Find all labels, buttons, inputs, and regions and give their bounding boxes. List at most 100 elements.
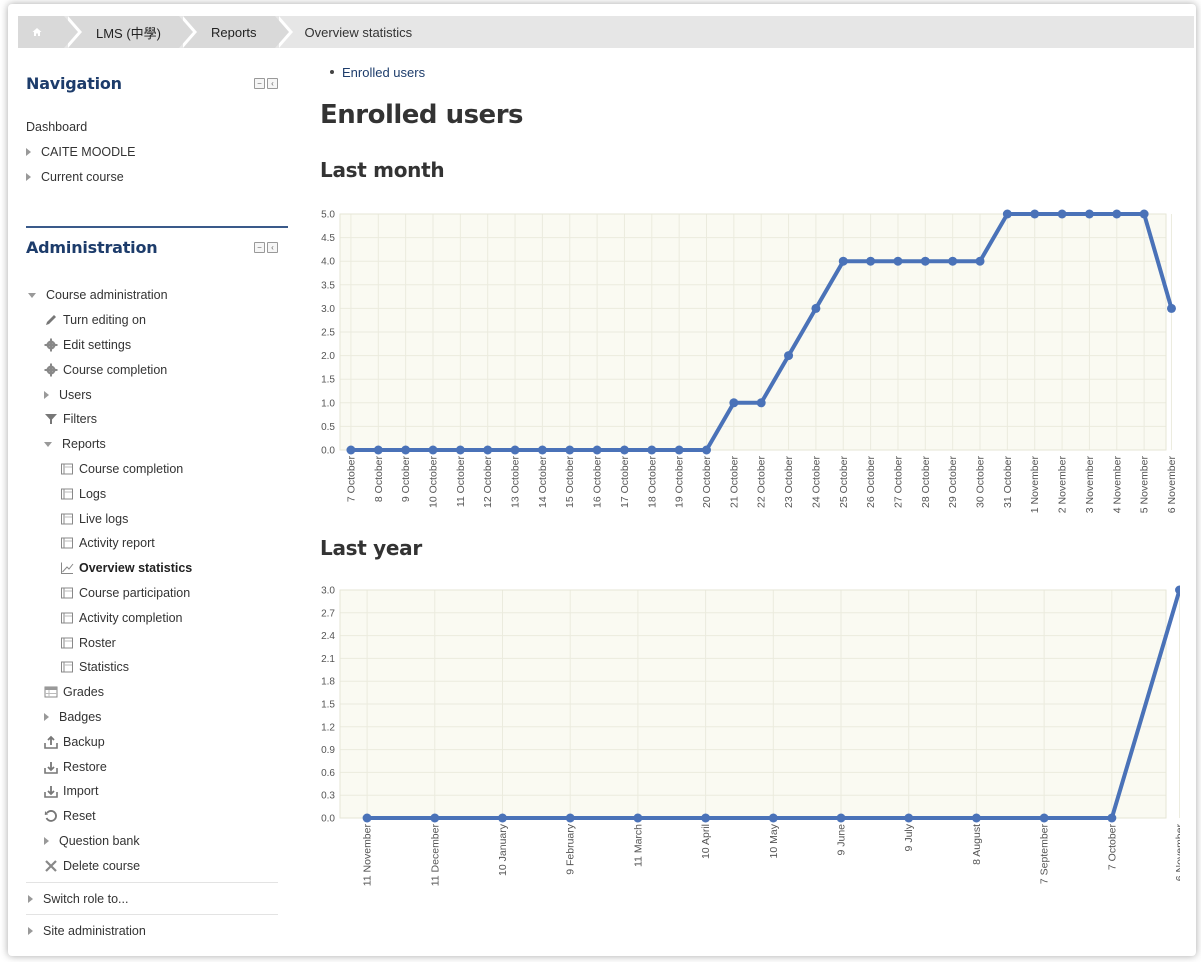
- nav-item-activity-report[interactable]: Activity report: [26, 531, 288, 556]
- navigation-list: Dashboard CAITE MOODLE Current course: [26, 115, 288, 189]
- navigation-header: Navigation − ‹: [26, 60, 288, 93]
- nav-item-backup[interactable]: Backup: [26, 729, 288, 754]
- breadcrumb-home[interactable]: [18, 16, 82, 48]
- nav-item-grades[interactable]: Grades: [26, 680, 288, 705]
- nav-item-course-completion[interactable]: Course completion: [26, 457, 288, 482]
- x-tick-label: 6 November: [1166, 456, 1178, 514]
- nav-item-course-participation[interactable]: Course participation: [26, 581, 288, 606]
- breadcrumb-item-label: Reports: [211, 24, 257, 40]
- report-icon: [60, 636, 74, 650]
- y-tick-label: 2.7: [321, 608, 335, 619]
- chevron-right-icon[interactable]: [44, 390, 49, 399]
- enrolled-users-link-label: Enrolled users: [342, 64, 426, 80]
- x-tick-label: 21 October: [728, 456, 740, 508]
- data-point: [565, 445, 575, 455]
- y-tick-label: 0.3: [321, 791, 335, 802]
- data-point: [619, 445, 629, 455]
- nav-item-label: Delete course: [63, 858, 141, 873]
- chevron-right-icon[interactable]: [26, 148, 31, 157]
- report-icon: [60, 512, 74, 526]
- x-tick-label: 11 March: [632, 824, 644, 867]
- data-point: [836, 813, 846, 823]
- report-icon: [60, 462, 74, 476]
- collapse-icon[interactable]: −: [254, 78, 265, 89]
- x-tick-label: 13 October: [510, 456, 522, 508]
- bullet-icon: [330, 70, 334, 74]
- nav-item-turn-editing-on[interactable]: Turn editing on: [26, 308, 288, 333]
- nav-item-restore[interactable]: Restore: [26, 754, 288, 779]
- chevron-right-icon[interactable]: [44, 836, 49, 845]
- nav-item-delete-course[interactable]: Delete course: [26, 853, 288, 878]
- data-point: [866, 256, 876, 266]
- nav-item-site-administration[interactable]: Site administration: [26, 915, 288, 946]
- data-point: [811, 303, 821, 313]
- chevron-down-icon[interactable]: [44, 441, 52, 447]
- data-point: [565, 813, 575, 823]
- nav-item-switch-role-to[interactable]: Switch role to...: [26, 883, 288, 914]
- data-point: [893, 256, 903, 266]
- nav-item-edit-settings[interactable]: Edit settings: [26, 333, 288, 358]
- chevron-right-icon[interactable]: [28, 926, 33, 935]
- nav-item-import[interactable]: Import: [26, 779, 288, 804]
- y-tick-label: 1.2: [321, 722, 335, 733]
- nav-item-users[interactable]: Users: [26, 382, 288, 407]
- nav-item-overview-statistics[interactable]: Overview statistics: [26, 556, 288, 581]
- nav-item-label: CAITE MOODLE: [41, 145, 136, 160]
- nav-item-caite-moodle[interactable]: CAITE MOODLE: [26, 140, 288, 165]
- data-point: [1030, 209, 1040, 219]
- nav-item-logs[interactable]: Logs: [26, 481, 288, 506]
- data-point: [1166, 303, 1176, 313]
- x-tick-label: 12 October: [482, 456, 494, 508]
- nav-item-reports[interactable]: Reports: [26, 432, 288, 457]
- nav-item-course-administration[interactable]: Course administration: [26, 283, 288, 308]
- nav-item-course-completion[interactable]: Course completion: [26, 357, 288, 382]
- chevron-down-icon[interactable]: [28, 292, 36, 298]
- nav-item-current-course[interactable]: Current course: [26, 165, 288, 190]
- collapse-icon[interactable]: −: [254, 242, 265, 253]
- data-point: [373, 445, 383, 455]
- data-point: [1107, 813, 1117, 823]
- x-tick-label: 24 October: [810, 456, 822, 508]
- data-point: [904, 813, 914, 823]
- nav-item-label: Grades: [63, 685, 104, 700]
- chart-title-last-year: Last year: [320, 536, 422, 560]
- x-tick-label: 7 October: [345, 455, 357, 502]
- y-tick-label: 2.5: [321, 328, 335, 339]
- breadcrumb-item-label: LMS (中學): [96, 25, 162, 41]
- nav-item-roster[interactable]: Roster: [26, 630, 288, 655]
- breadcrumb-item-lms[interactable]: LMS (中學): [68, 16, 198, 48]
- x-tick-label: 22 October: [756, 456, 768, 508]
- stats-icon: [60, 561, 74, 575]
- nav-item-dashboard[interactable]: Dashboard: [26, 115, 288, 140]
- chevron-right-icon[interactable]: [44, 712, 49, 721]
- dock-icon[interactable]: ‹: [267, 78, 278, 89]
- chevron-right-icon[interactable]: [26, 172, 31, 181]
- chart-last-month: 0.0 0.5 1.0 1.5 2.0 2.5 3.0 3.5 4.0 4.5 5.0 7 Octob…: [321, 209, 1178, 514]
- x-tick-label: 1 November: [1029, 456, 1041, 514]
- dock-icon[interactable]: ‹: [267, 242, 278, 253]
- y-tick-label: 3.0: [321, 304, 335, 315]
- nav-item-statistics[interactable]: Statistics: [26, 655, 288, 680]
- y-tick-label: 3.5: [321, 280, 335, 291]
- nav-item-filters[interactable]: Filters: [26, 407, 288, 432]
- nav-item-label: Dashboard: [26, 120, 88, 135]
- x-tick-label: 8 October: [373, 455, 385, 502]
- chevron-right-icon[interactable]: [28, 894, 33, 903]
- nav-item-live-logs[interactable]: Live logs: [26, 506, 288, 531]
- x-tick-label: 9 July: [903, 823, 915, 851]
- nav-item-reset[interactable]: Reset: [26, 804, 288, 829]
- nav-item-badges[interactable]: Badges: [26, 705, 288, 730]
- nav-item-label: Activity completion: [79, 610, 183, 625]
- data-point: [768, 813, 778, 823]
- enrolled-users-link[interactable]: Enrolled users: [330, 62, 1182, 82]
- nav-item-activity-completion[interactable]: Activity completion: [26, 605, 288, 630]
- nav-item-question-bank[interactable]: Question bank: [26, 829, 288, 854]
- data-point: [510, 445, 520, 455]
- nav-item-label: Statistics: [79, 660, 130, 675]
- nav-item-label: Edit settings: [63, 337, 132, 352]
- data-point: [948, 256, 958, 266]
- data-point: [702, 445, 712, 455]
- x-tick-label: 30 October: [975, 456, 987, 508]
- x-tick-label: 18 October: [646, 456, 658, 508]
- data-point: [975, 256, 985, 266]
